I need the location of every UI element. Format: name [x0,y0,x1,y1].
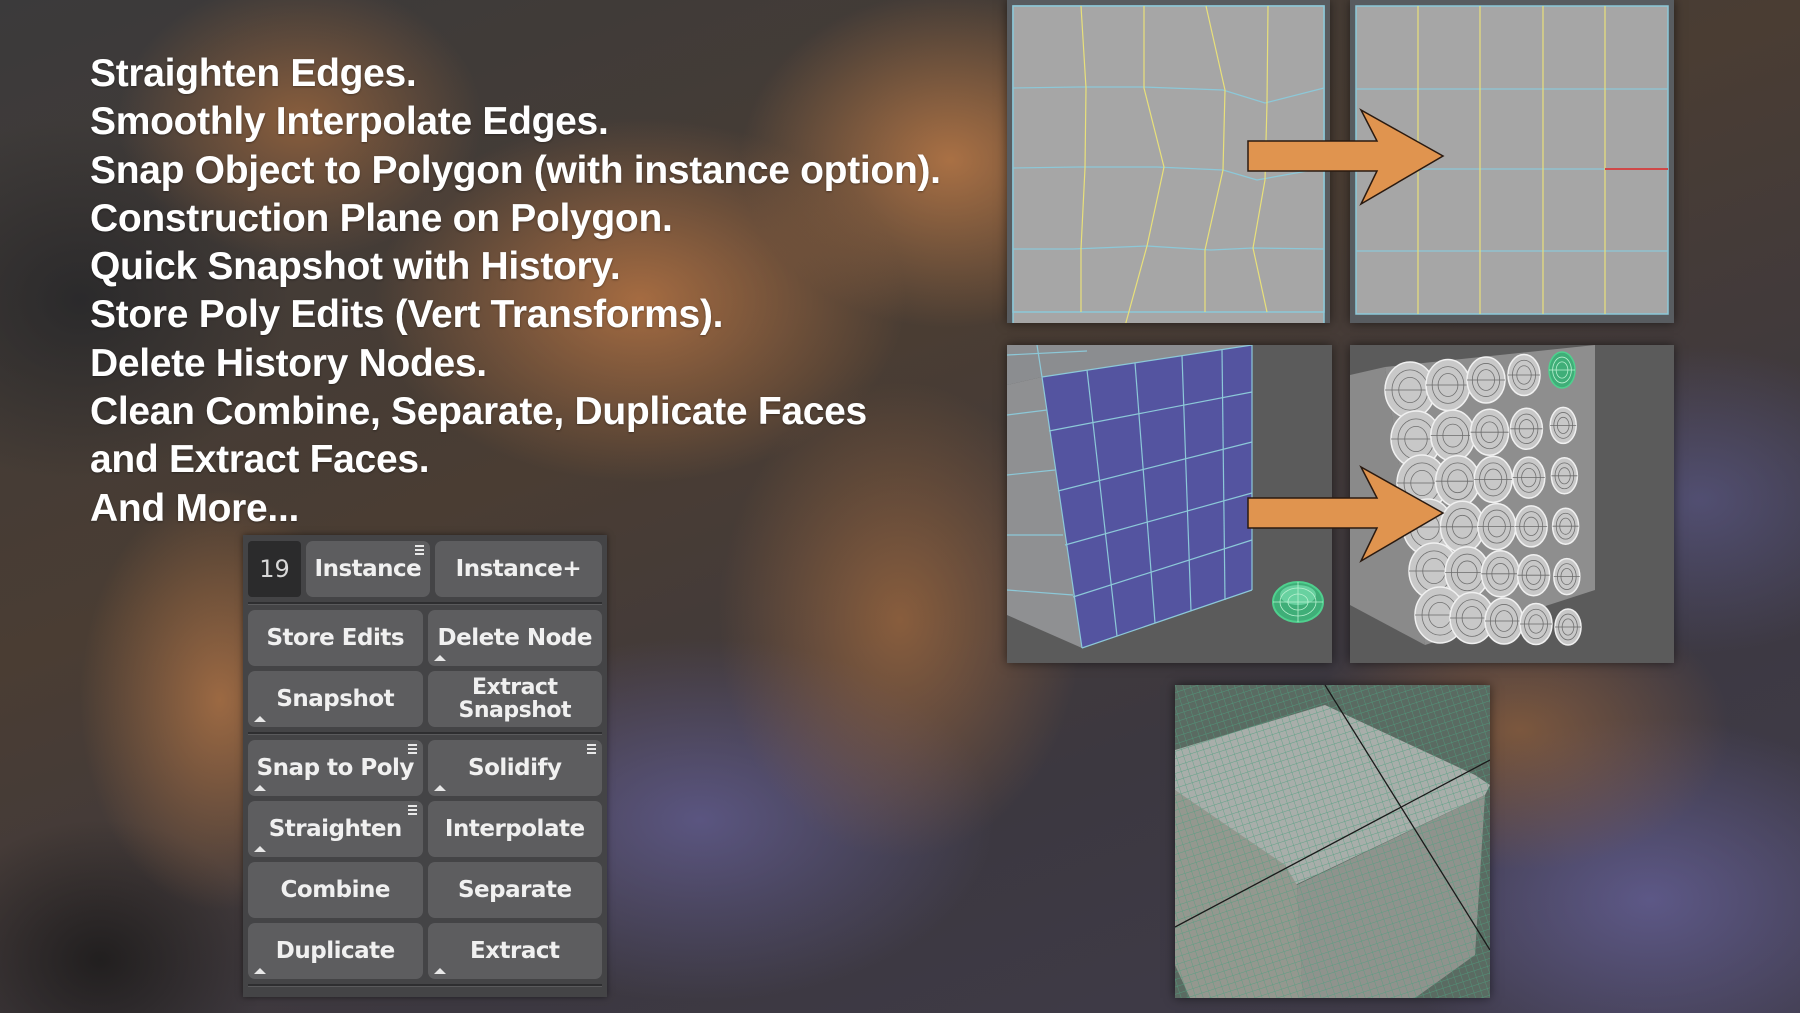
instanced-object [1519,602,1553,646]
snap-to-poly-button[interactable]: Snap to Poly [248,740,423,796]
arrow-right-icon [1247,108,1445,206]
instanced-object [1477,502,1517,551]
expand-triangle-icon [433,785,446,791]
solidify-label: Solidify [468,754,562,781]
instanced-object [1553,557,1581,596]
construction-plane-image [1175,685,1490,998]
duplicate-label: Duplicate [275,937,395,964]
divider [248,732,602,735]
straighten-button[interactable]: Straighten [248,801,423,857]
instanced-object [1507,353,1541,397]
feature-item: and Extract Faces. [90,438,430,482]
straighten-label: Straighten [268,815,403,842]
snapshot-label: Snapshot [276,685,395,712]
separate-button[interactable]: Separate [427,862,602,918]
delete-node-label: Delete Node [437,624,593,651]
instanced-object [1466,356,1506,404]
separate-label: Separate [457,876,572,903]
divider [248,602,602,605]
instance-button[interactable]: Instance [306,541,430,597]
expand-triangle-icon [433,968,446,974]
instanced-object [1554,608,1582,646]
extract-snapshot-label: Extract Snapshot [459,676,572,722]
feature-list: Straighten Edges. Smoothly Interpolate E… [90,50,941,533]
extract-snapshot-line1: Extract [472,675,558,700]
instanced-object [1509,407,1544,451]
instance-label: Instance [314,555,422,582]
divider [248,984,602,987]
instanced-object [1516,553,1551,597]
instance-plus-label: Instance+ [455,555,582,582]
extract-snapshot-button[interactable]: Extract Snapshot [427,671,602,727]
instanced-object [1549,406,1577,445]
instance-count-field[interactable]: 19 [248,541,301,597]
feature-item: Snap Object to Polygon (with instance op… [90,148,941,192]
feature-item: Smoothly Interpolate Edges. [90,100,609,144]
interpolate-label: Interpolate [444,815,585,842]
expand-triangle-icon [254,716,266,722]
duplicate-button[interactable]: Duplicate [248,923,423,979]
instanced-object [1469,408,1510,456]
instanced-object [1512,456,1546,499]
expand-triangle-icon [433,655,446,661]
snap-to-poly-label: Snap to Poly [256,754,415,781]
options-menu-icon[interactable] [407,805,417,815]
options-menu-icon[interactable] [407,744,417,754]
instanced-object [1550,457,1579,495]
instanced-object [1473,455,1513,504]
extract-label: Extract [469,937,560,964]
instance-plus-button[interactable]: Instance+ [434,541,602,597]
arrow-right-icon [1247,465,1445,563]
instanced-object [1425,358,1471,412]
store-edits-label: Store Edits [266,624,405,651]
instanced-object [1548,351,1576,389]
interpolate-button[interactable]: Interpolate [427,801,602,857]
instanced-object [1484,597,1524,645]
extract-snapshot-line2: Snapshot [458,698,572,723]
delete-node-button[interactable]: Delete Node [427,610,602,666]
solidify-button[interactable]: Solidify [427,740,602,796]
expand-triangle-icon [254,785,266,791]
instanced-object [1480,550,1521,598]
feature-item: And More... [90,486,300,530]
selected-object [1272,581,1324,623]
expand-triangle-icon [254,846,266,852]
snapshot-button[interactable]: Snapshot [248,671,423,727]
instanced-object [1430,409,1476,462]
tool-panel: 19 Instance Instance+ Store Edits Delete… [243,535,607,997]
instanced-object [1551,507,1580,545]
combine-label: Combine [280,876,391,903]
options-menu-icon[interactable] [587,744,596,754]
combine-button[interactable]: Combine [248,862,423,918]
feature-item: Clean Combine, Separate, Duplicate Faces [90,390,867,434]
instanced-object [1514,505,1548,548]
feature-item: Delete History Nodes. [90,341,487,385]
feature-item: Store Poly Edits (Vert Transforms). [90,293,724,337]
store-edits-button[interactable]: Store Edits [248,610,423,666]
feature-item: Construction Plane on Polygon. [90,196,673,240]
viewport-construction-plane [1175,685,1490,998]
options-menu-icon[interactable] [414,545,424,555]
expand-triangle-icon [254,968,266,974]
feature-item: Straighten Edges. [90,52,417,95]
extract-button[interactable]: Extract [427,923,602,979]
feature-item: Quick Snapshot with History. [90,245,621,289]
